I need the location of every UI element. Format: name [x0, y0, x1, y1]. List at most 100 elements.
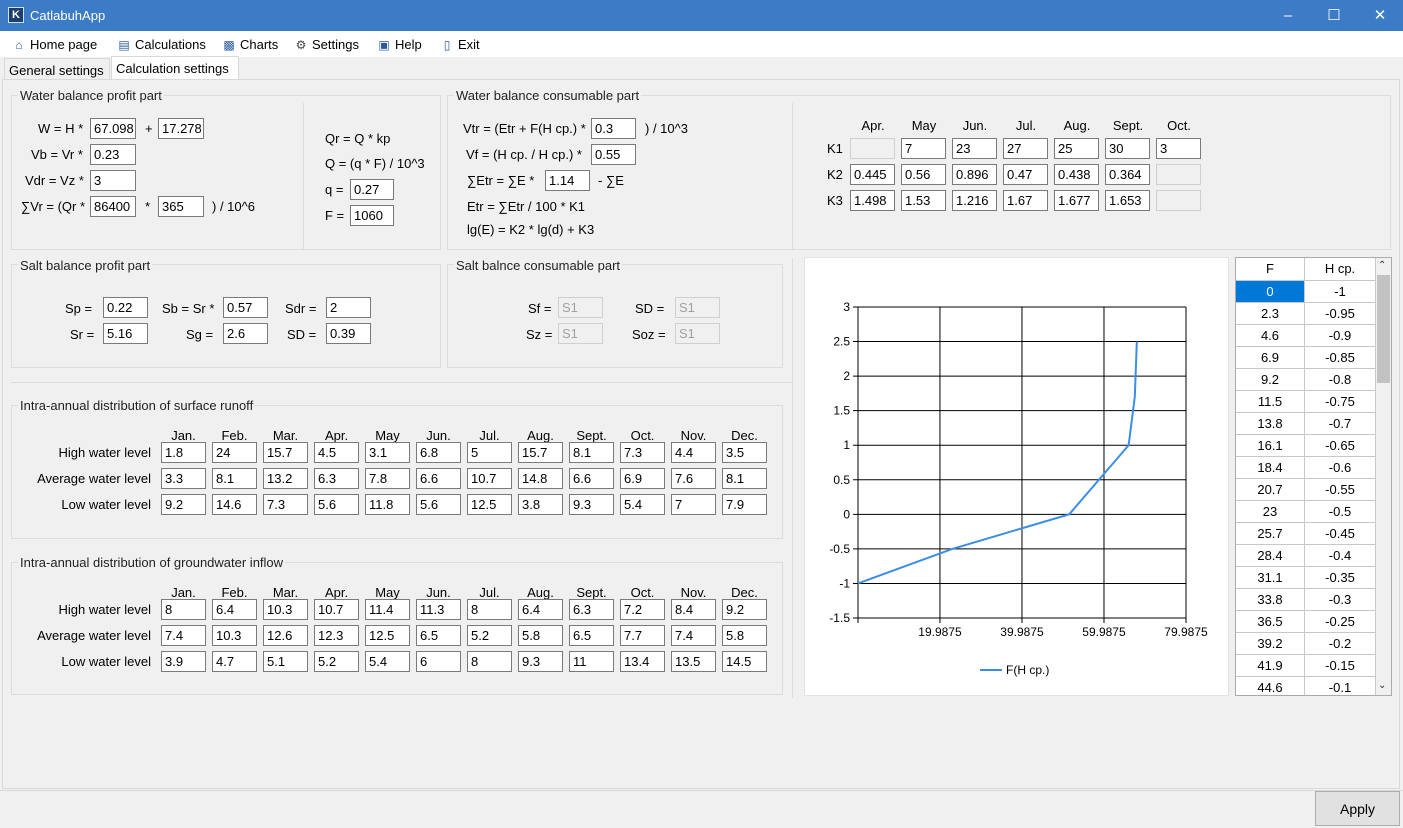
- grid-cell[interactable]: 18.4: [1236, 457, 1305, 479]
- month-value-input[interactable]: 3.1: [365, 442, 410, 463]
- month-value-input[interactable]: 6.9: [620, 468, 665, 489]
- k-cell-input[interactable]: 0.445: [850, 164, 895, 185]
- tab-general-settings[interactable]: General settings: [4, 58, 110, 80]
- grid-cell[interactable]: 36.5: [1236, 611, 1305, 633]
- month-value-input[interactable]: 9.3: [518, 651, 563, 672]
- scroll-down-icon[interactable]: ⌄: [1378, 680, 1386, 691]
- svr-input-1[interactable]: 86400: [90, 196, 136, 217]
- q-input[interactable]: 0.27: [350, 179, 394, 200]
- sd-input[interactable]: 0.39: [326, 323, 371, 344]
- menu-exit[interactable]: ▯ Exit: [440, 37, 480, 52]
- month-value-input[interactable]: 10.7: [467, 468, 512, 489]
- k-cell-input[interactable]: 27: [1003, 138, 1048, 159]
- month-value-input[interactable]: 8.1: [569, 442, 614, 463]
- grid-cell[interactable]: 41.9: [1236, 655, 1305, 677]
- grid-cell[interactable]: -0.5: [1305, 501, 1376, 523]
- sp-input[interactable]: 0.22: [103, 297, 148, 318]
- f-hcp-grid[interactable]: FH cp. 0 -1 2.3 -0.95 4.6 -0.9 6.9 -0.85 9.2 -0.8 1…: [1235, 257, 1392, 696]
- month-value-input[interactable]: 8: [161, 599, 206, 620]
- grid-cell[interactable]: -0.4: [1305, 545, 1376, 567]
- month-value-input[interactable]: 7.7: [620, 625, 665, 646]
- grid-cell[interactable]: -0.55: [1305, 479, 1376, 501]
- month-value-input[interactable]: 5.4: [365, 651, 410, 672]
- menu-settings[interactable]: ⚙ Settings: [294, 37, 359, 52]
- grid-header-hcp[interactable]: H cp.: [1305, 258, 1376, 281]
- k-cell-input[interactable]: 0.896: [952, 164, 997, 185]
- grid-cell[interactable]: 9.2: [1236, 369, 1305, 391]
- month-value-input[interactable]: 7: [671, 494, 716, 515]
- sb-input[interactable]: 0.57: [223, 297, 268, 318]
- month-value-input[interactable]: 11: [569, 651, 614, 672]
- month-value-input[interactable]: 6: [416, 651, 461, 672]
- k-cell-input[interactable]: 1.498: [850, 190, 895, 211]
- soz-input[interactable]: S1: [675, 323, 720, 344]
- vf-input[interactable]: 0.55: [591, 144, 636, 165]
- grid-cell[interactable]: -0.2: [1305, 633, 1376, 655]
- month-value-input[interactable]: 14.5: [722, 651, 767, 672]
- tab-calculation-settings[interactable]: Calculation settings: [111, 56, 239, 80]
- setr-input[interactable]: 1.14: [545, 170, 590, 191]
- k-cell-input[interactable]: 1.653: [1105, 190, 1150, 211]
- grid-cell[interactable]: 20.7: [1236, 479, 1305, 501]
- month-value-input[interactable]: 11.3: [416, 599, 461, 620]
- month-value-input[interactable]: 7.8: [365, 468, 410, 489]
- month-value-input[interactable]: 4.7: [212, 651, 257, 672]
- grid-cell[interactable]: 33.8: [1236, 589, 1305, 611]
- grid-cell[interactable]: 16.1: [1236, 435, 1305, 457]
- month-value-input[interactable]: 5: [467, 442, 512, 463]
- month-value-input[interactable]: 7.3: [263, 494, 308, 515]
- grid-cell[interactable]: -0.65: [1305, 435, 1376, 457]
- month-value-input[interactable]: 6.3: [569, 599, 614, 620]
- grid-cell[interactable]: -0.6: [1305, 457, 1376, 479]
- month-value-input[interactable]: 5.1: [263, 651, 308, 672]
- menu-charts[interactable]: ▩ Charts: [222, 37, 278, 52]
- month-value-input[interactable]: 6.6: [569, 468, 614, 489]
- grid-cell[interactable]: 31.1: [1236, 567, 1305, 589]
- month-value-input[interactable]: 6.8: [416, 442, 461, 463]
- month-value-input[interactable]: 9.3: [569, 494, 614, 515]
- k-cell-input[interactable]: 23: [952, 138, 997, 159]
- grid-header-f[interactable]: F: [1236, 258, 1305, 281]
- grid-cell[interactable]: 6.9: [1236, 347, 1305, 369]
- grid-cell[interactable]: 4.6: [1236, 325, 1305, 347]
- scroll-thumb[interactable]: [1377, 275, 1390, 383]
- month-value-input[interactable]: 4.4: [671, 442, 716, 463]
- maximize-button[interactable]: ☐: [1311, 0, 1357, 31]
- month-value-input[interactable]: 6.4: [212, 599, 257, 620]
- month-value-input[interactable]: 11.8: [365, 494, 410, 515]
- grid-cell[interactable]: -0.7: [1305, 413, 1376, 435]
- month-value-input[interactable]: 7.3: [620, 442, 665, 463]
- month-value-input[interactable]: 5.4: [620, 494, 665, 515]
- grid-cell[interactable]: 0: [1236, 281, 1305, 303]
- w-input-1[interactable]: 67.098: [90, 118, 136, 139]
- grid-cell[interactable]: -0.9: [1305, 325, 1376, 347]
- month-value-input[interactable]: 6.6: [416, 468, 461, 489]
- month-value-input[interactable]: 6.4: [518, 599, 563, 620]
- apply-button[interactable]: Apply: [1315, 791, 1400, 826]
- month-value-input[interactable]: 3.5: [722, 442, 767, 463]
- menu-help[interactable]: ▣ Help: [377, 37, 421, 52]
- sz-input[interactable]: S1: [558, 323, 603, 344]
- vb-input[interactable]: 0.23: [90, 144, 136, 165]
- grid-cell[interactable]: -0.15: [1305, 655, 1376, 677]
- sd-consumable-input[interactable]: S1: [675, 297, 720, 318]
- k-cell-input[interactable]: 25: [1054, 138, 1099, 159]
- grid-cell[interactable]: -0.3: [1305, 589, 1376, 611]
- month-value-input[interactable]: 12.6: [263, 625, 308, 646]
- k-cell-input[interactable]: 0.56: [901, 164, 946, 185]
- month-value-input[interactable]: 8.1: [212, 468, 257, 489]
- grid-cell[interactable]: -0.25: [1305, 611, 1376, 633]
- k-cell-input[interactable]: [1156, 190, 1201, 211]
- month-value-input[interactable]: 8.1: [722, 468, 767, 489]
- k-cell-input[interactable]: 0.364: [1105, 164, 1150, 185]
- sdr-input[interactable]: 2: [326, 297, 371, 318]
- vtr-input[interactable]: 0.3: [591, 118, 636, 139]
- grid-scrollbar[interactable]: ⌃ ⌄: [1376, 258, 1391, 695]
- month-value-input[interactable]: 3.8: [518, 494, 563, 515]
- scroll-up-icon[interactable]: ⌃: [1378, 260, 1386, 271]
- month-value-input[interactable]: 15.7: [263, 442, 308, 463]
- svr-input-2[interactable]: 365: [158, 196, 204, 217]
- grid-cell[interactable]: -0.35: [1305, 567, 1376, 589]
- month-value-input[interactable]: 11.4: [365, 599, 410, 620]
- k-cell-input[interactable]: 3: [1156, 138, 1201, 159]
